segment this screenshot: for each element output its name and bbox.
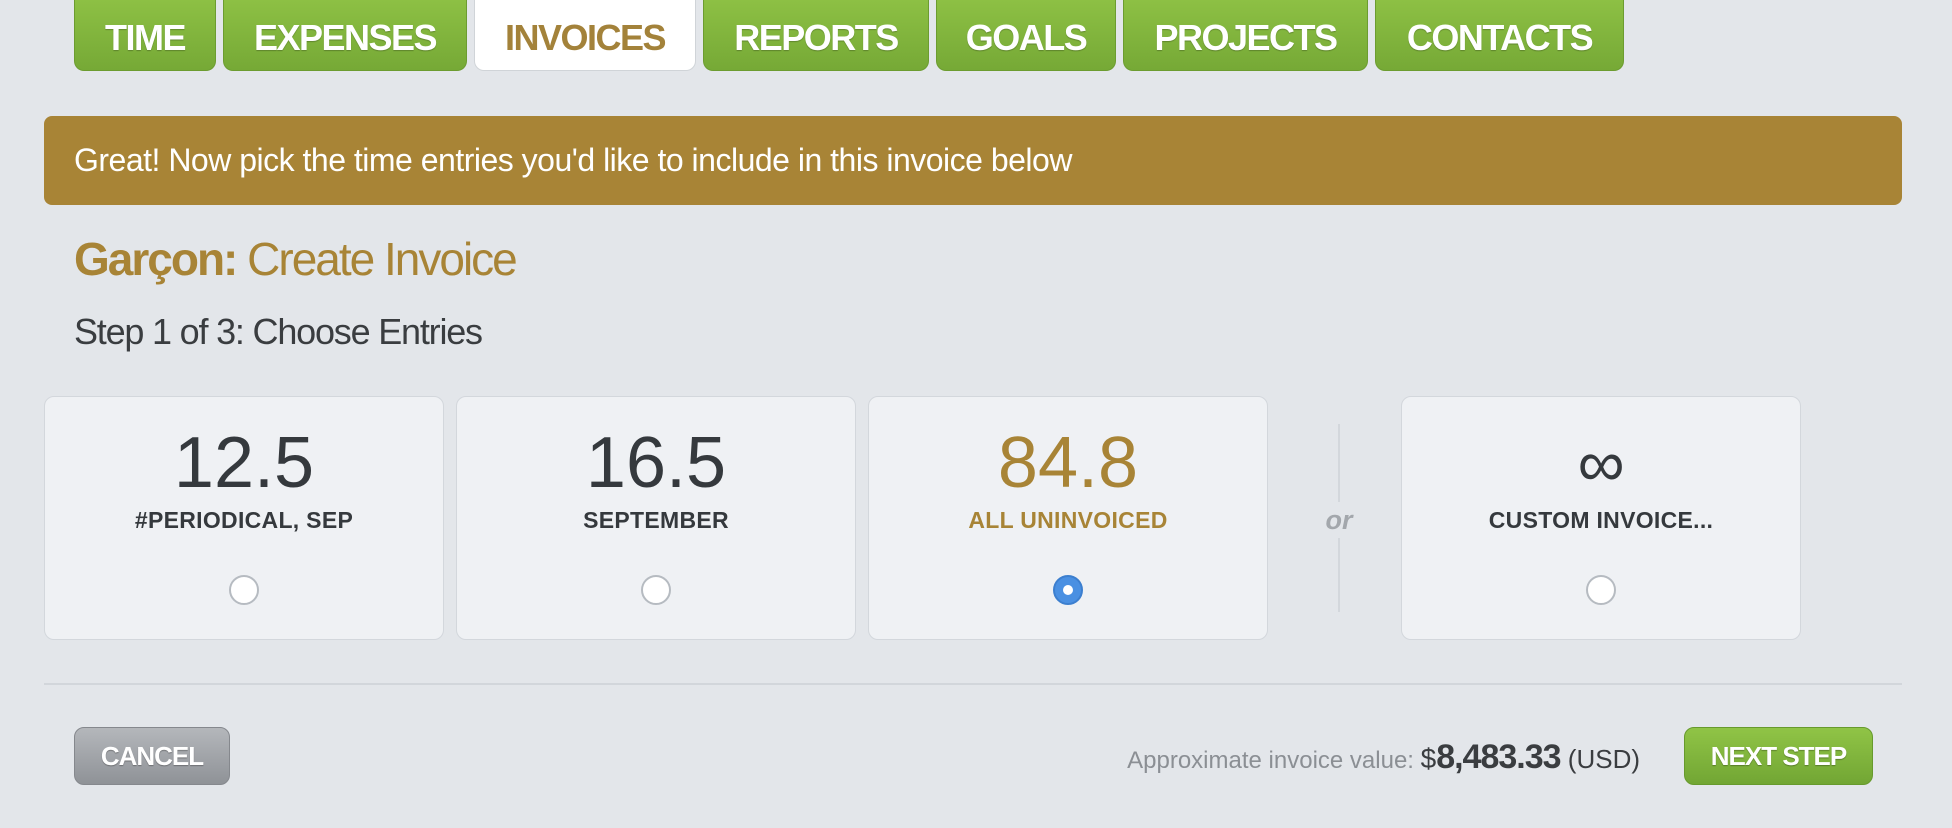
option-label: #PERIODICAL, SEP: [134, 507, 354, 533]
option-hours: 84.8: [997, 423, 1139, 503]
invoice-value-label: Approximate invoice value:: [1127, 747, 1421, 774]
notice-banner: Great! Now pick the time entries you'd l…: [44, 116, 1902, 205]
cancel-button[interactable]: CANCEL: [74, 727, 230, 785]
page-title-text: Create Invoice: [236, 233, 518, 285]
option-card-periodical-sep[interactable]: 12.5 #PERIODICAL, SEP: [44, 396, 444, 640]
currency-code: (USD): [1560, 744, 1640, 774]
tab-expenses[interactable]: EXPENSES: [223, 0, 467, 71]
or-separator: or: [1318, 502, 1360, 538]
currency-symbol: $: [1420, 743, 1437, 774]
option-radio-september[interactable]: [641, 575, 671, 605]
main-nav-tabs: TIME EXPENSES INVOICES REPORTS GOALS PRO…: [74, 0, 1624, 74]
option-hours: 12.5: [173, 423, 315, 503]
tab-projects[interactable]: PROJECTS: [1123, 0, 1368, 71]
next-step-button[interactable]: NEXT STEP: [1684, 727, 1873, 785]
tab-contacts[interactable]: CONTACTS: [1375, 0, 1624, 71]
option-radio-all-uninvoiced[interactable]: [1053, 575, 1083, 605]
invoice-amount: 8,483.33: [1436, 738, 1561, 776]
option-card-september[interactable]: 16.5 SEPTEMBER: [456, 396, 856, 640]
footer-divider: [44, 683, 1902, 685]
option-radio-custom-invoice[interactable]: [1586, 575, 1616, 605]
tab-time[interactable]: TIME: [74, 0, 216, 71]
option-label: ALL UNINVOICED: [968, 507, 1168, 533]
notice-banner-text: Great! Now pick the time entries you'd l…: [74, 142, 1072, 178]
option-label: SEPTEMBER: [583, 507, 729, 533]
option-label: CUSTOM INVOICE...: [1488, 507, 1714, 533]
tab-goals[interactable]: GOALS: [936, 0, 1116, 71]
tab-reports[interactable]: REPORTS: [703, 0, 929, 71]
option-hours: 16.5: [585, 423, 727, 503]
client-name: Garçon:: [74, 233, 238, 285]
option-card-all-uninvoiced[interactable]: 84.8 ALL UNINVOICED: [868, 396, 1268, 640]
option-radio-periodical-sep[interactable]: [229, 575, 259, 605]
option-card-custom-invoice[interactable]: ∞ CUSTOM INVOICE...: [1401, 396, 1801, 640]
infinity-icon: ∞: [1577, 426, 1625, 500]
page-title: Garçon: Create Invoice: [74, 232, 518, 286]
approximate-invoice-value: Approximate invoice value: $8,483.33 (US…: [1127, 735, 1640, 779]
tab-invoices[interactable]: INVOICES: [474, 0, 696, 71]
step-indicator: Step 1 of 3: Choose Entries: [74, 311, 483, 352]
create-invoice-page: TIME EXPENSES INVOICES REPORTS GOALS PRO…: [0, 0, 1952, 828]
